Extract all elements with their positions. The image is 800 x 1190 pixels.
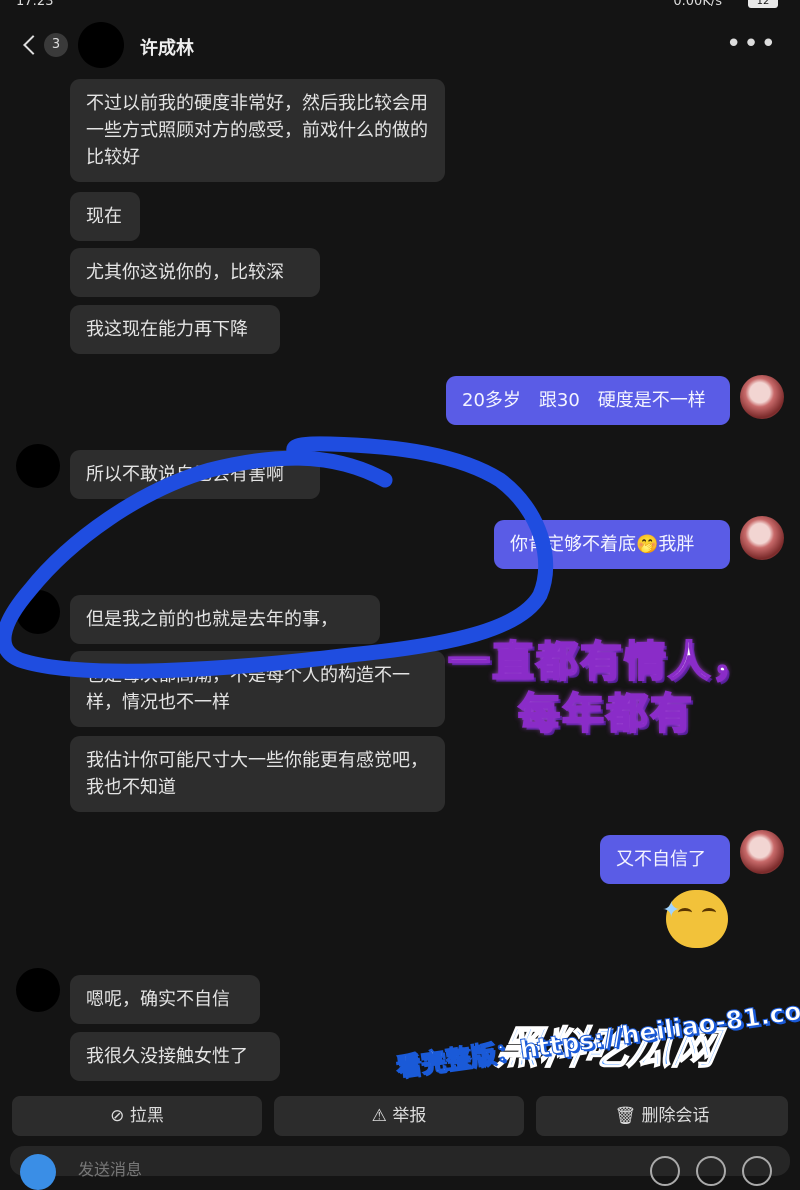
block-button[interactable]: ⊘ 拉黑: [12, 1096, 262, 1136]
voice-icon[interactable]: [696, 1156, 726, 1186]
action-bar: ⊘ 拉黑 ⚠ 举报 🗑 删除会话: [0, 1096, 800, 1136]
compose-bar: 发送消息: [10, 1146, 790, 1190]
warning-icon: ⚠: [371, 1106, 393, 1126]
block-label: 拉黑: [129, 1106, 164, 1126]
emoji-icon[interactable]: [650, 1156, 680, 1186]
annotation-circle: [0, 436, 554, 679]
message-input[interactable]: 发送消息: [78, 1156, 142, 1180]
delete-label: 删除会话: [641, 1106, 710, 1126]
add-icon[interactable]: [742, 1156, 772, 1186]
plus-icon[interactable]: [20, 1154, 56, 1190]
block-icon: ⊘: [110, 1106, 130, 1126]
annotation-text-line2: 每年都有: [517, 688, 695, 739]
report-button[interactable]: ⚠ 举报: [274, 1096, 524, 1136]
trash-icon: 🗑: [614, 1106, 642, 1126]
delete-conversation-button[interactable]: 🗑 删除会话: [536, 1096, 788, 1136]
report-label: 举报: [392, 1106, 427, 1126]
